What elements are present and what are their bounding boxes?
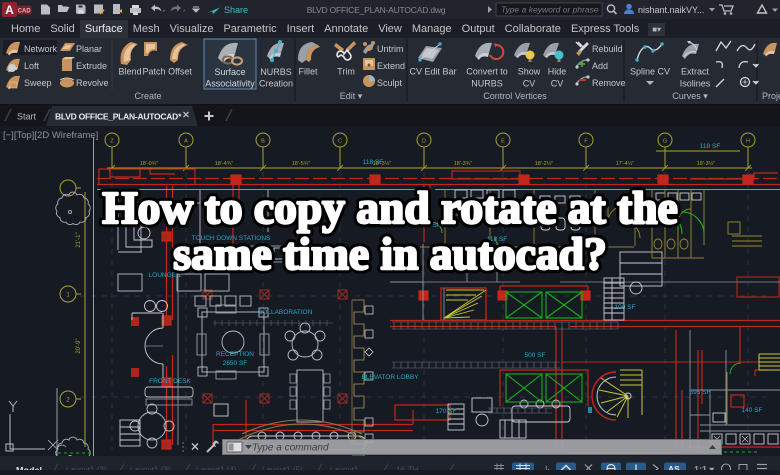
svg-text:ELEVATOR LOBBY: ELEVATOR LOBBY bbox=[361, 374, 419, 381]
svg-text:Hide: Hide bbox=[548, 67, 567, 77]
svg-text:F: F bbox=[584, 139, 588, 145]
svg-text:Patch: Patch bbox=[142, 67, 165, 77]
svg-text:140 SF: 140 SF bbox=[742, 407, 763, 414]
svg-text:A: A bbox=[5, 3, 14, 17]
svg-text:Loft: Loft bbox=[24, 61, 40, 71]
svg-text:Sweep: Sweep bbox=[24, 78, 52, 88]
svg-text:1: 1 bbox=[66, 293, 70, 299]
svg-text:Convert to: Convert to bbox=[466, 67, 508, 77]
svg-text:↳: ↳ bbox=[544, 465, 552, 471]
svg-text:21'-1": 21'-1" bbox=[76, 232, 82, 247]
svg-text:NURBS: NURBS bbox=[471, 79, 503, 89]
svg-text:H: H bbox=[746, 139, 750, 145]
svg-text:Show: Show bbox=[518, 67, 541, 77]
svg-text:16-TH: 16-TH bbox=[396, 466, 418, 471]
svg-text:Untrim: Untrim bbox=[377, 44, 404, 54]
svg-text:Extract: Extract bbox=[681, 67, 710, 77]
svg-text:170 SF: 170 SF bbox=[436, 408, 457, 415]
svg-text:E: E bbox=[501, 139, 505, 145]
svg-text:Extend: Extend bbox=[377, 61, 405, 71]
svg-text:500 SF: 500 SF bbox=[525, 352, 546, 359]
svg-text:Trim: Trim bbox=[337, 67, 355, 77]
svg-text:same time in autocad?: same time in autocad? bbox=[173, 228, 606, 279]
svg-text:Layout1 (4): Layout1 (4) bbox=[196, 466, 237, 471]
svg-text:How to copy and rotate at the: How to copy and rotate at the bbox=[102, 182, 677, 233]
svg-text:18'-3½": 18'-3½" bbox=[697, 160, 716, 167]
svg-text:Offset: Offset bbox=[168, 67, 192, 77]
svg-text:Remove: Remove bbox=[592, 78, 626, 88]
svg-text:Layout1 (2): Layout1 (2) bbox=[66, 466, 107, 471]
svg-text:Curves ▾: Curves ▾ bbox=[672, 91, 708, 101]
svg-text:RECEPTION: RECEPTION bbox=[216, 351, 254, 358]
svg-text:Share: Share bbox=[224, 5, 248, 15]
svg-text:18'-0¾": 18'-0¾" bbox=[140, 161, 159, 167]
svg-text:100 SF: 100 SF bbox=[615, 304, 636, 311]
svg-text:BLVD OFFICE_PLAN-AUTOCAD*: BLVD OFFICE_PLAN-AUTOCAD* bbox=[55, 112, 182, 122]
svg-text:CV Edit Bar: CV Edit Bar bbox=[409, 67, 456, 77]
svg-text:COLLABORATION: COLLABORATION bbox=[258, 309, 313, 316]
svg-text:Network: Network bbox=[24, 44, 58, 54]
svg-text:118 SF: 118 SF bbox=[700, 143, 721, 150]
svg-text:Associativity: Associativity bbox=[205, 79, 255, 89]
svg-text:1:1 ▾: 1:1 ▾ bbox=[694, 465, 715, 471]
svg-text:Blend: Blend bbox=[118, 67, 141, 77]
svg-text:2: 2 bbox=[66, 398, 70, 404]
svg-text:Z: Z bbox=[110, 139, 114, 145]
svg-text:B: B bbox=[261, 139, 265, 145]
svg-text:20'-9": 20'-9" bbox=[76, 338, 82, 353]
svg-text:Spline CV: Spline CV bbox=[630, 67, 670, 77]
svg-text:Type a command: Type a command bbox=[252, 443, 329, 454]
svg-text:Sculpt: Sculpt bbox=[377, 78, 403, 88]
svg-text:Surface: Surface bbox=[214, 67, 245, 77]
svg-text:Fillet: Fillet bbox=[298, 67, 318, 77]
svg-text:Layout1: Layout1 bbox=[330, 466, 359, 471]
svg-text:Extrude: Extrude bbox=[76, 61, 107, 71]
svg-text:Model: Model bbox=[16, 466, 42, 471]
svg-text:Isolines: Isolines bbox=[680, 79, 711, 89]
svg-text:Revolve: Revolve bbox=[76, 78, 109, 88]
svg-text:2650 SF: 2650 SF bbox=[223, 360, 248, 367]
svg-text:Layout1 (5): Layout1 (5) bbox=[262, 466, 303, 471]
svg-text:AS: AS bbox=[668, 464, 680, 470]
svg-text:Start: Start bbox=[17, 112, 37, 122]
svg-text:Proje: Proje bbox=[762, 91, 780, 101]
svg-text:Creation: Creation bbox=[259, 79, 293, 89]
svg-text:FRONT DESK: FRONT DESK bbox=[149, 378, 191, 385]
svg-text:CAD: CAD bbox=[18, 9, 32, 15]
svg-text:Layout1 (3): Layout1 (3) bbox=[130, 466, 171, 471]
svg-text:18'-4¾": 18'-4¾" bbox=[215, 161, 234, 167]
svg-text:G: G bbox=[663, 139, 667, 145]
svg-text:Add: Add bbox=[592, 61, 608, 71]
svg-text:Edit ▾: Edit ▾ bbox=[340, 91, 363, 101]
svg-text:17'-4½": 17'-4½" bbox=[616, 160, 635, 167]
svg-text:18'-5¾": 18'-5¾" bbox=[292, 161, 311, 167]
svg-text:A: A bbox=[184, 139, 188, 145]
svg-text:nishant.naikVY...: nishant.naikVY... bbox=[638, 5, 704, 15]
svg-text:595 SF: 595 SF bbox=[690, 389, 711, 396]
svg-text:118 SF: 118 SF bbox=[363, 159, 384, 166]
svg-text:Rebuild: Rebuild bbox=[592, 44, 623, 54]
svg-text:Create: Create bbox=[134, 91, 161, 101]
svg-text:CV: CV bbox=[551, 79, 564, 89]
svg-text:Type a keyword or phrase: Type a keyword or phrase bbox=[501, 5, 599, 15]
svg-text:Planar: Planar bbox=[76, 44, 102, 54]
svg-text:D: D bbox=[422, 139, 426, 145]
svg-text:NURBS: NURBS bbox=[260, 67, 292, 77]
svg-text:C: C bbox=[338, 139, 342, 145]
svg-text:18'-3¾": 18'-3¾" bbox=[454, 161, 473, 167]
svg-text:CV: CV bbox=[523, 79, 536, 89]
svg-text:Control Vertices: Control Vertices bbox=[483, 91, 547, 101]
svg-text:18'-2½": 18'-2½" bbox=[535, 160, 554, 167]
svg-text:BLVD OFFICE_PLAN-AUTOCAD.dwg: BLVD OFFICE_PLAN-AUTOCAD.dwg bbox=[307, 5, 446, 15]
